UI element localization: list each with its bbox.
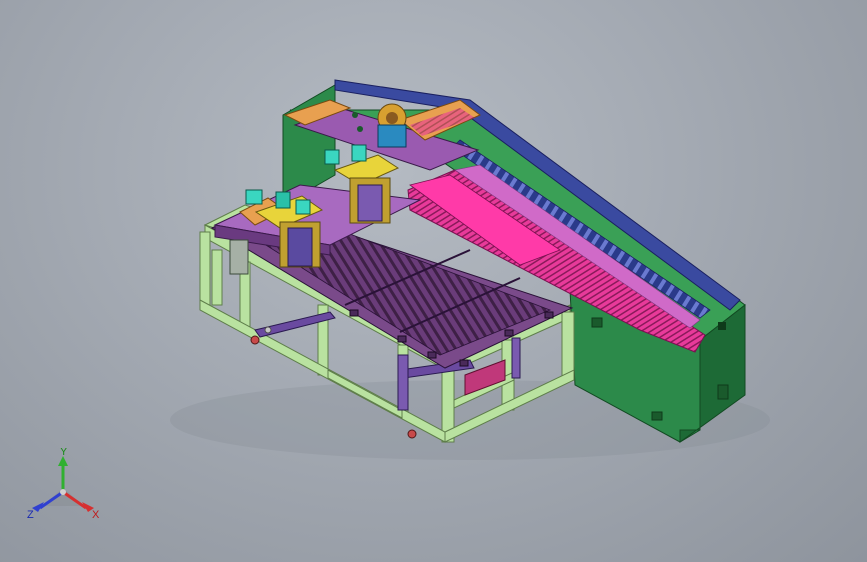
caster-3 (264, 326, 272, 334)
cabinet-vent-2 (717, 384, 729, 400)
z-axis-label: Z (27, 509, 34, 521)
support-post (397, 354, 409, 411)
graphics-viewport[interactable]: Y X Z (0, 0, 867, 562)
hole-2 (357, 126, 363, 132)
left-control-panel[interactable] (229, 239, 249, 275)
triad-origin (60, 489, 66, 495)
caster-1 (250, 335, 260, 345)
caster-2 (407, 429, 417, 439)
hole-1 (352, 112, 358, 118)
y-axis-label: Y (60, 448, 68, 458)
pulley-hub (386, 112, 398, 124)
cabinet-handle (718, 322, 726, 330)
support-post-2 (511, 337, 521, 379)
view-orientation-triad[interactable]: Y X Z (22, 448, 104, 526)
motor-box (377, 124, 407, 148)
x-axis-label: X (92, 509, 100, 521)
cabinet-vent-3 (651, 411, 663, 421)
cad-model-laser-cutting-machine[interactable] (0, 0, 867, 562)
cabinet-vent-1 (591, 317, 603, 328)
